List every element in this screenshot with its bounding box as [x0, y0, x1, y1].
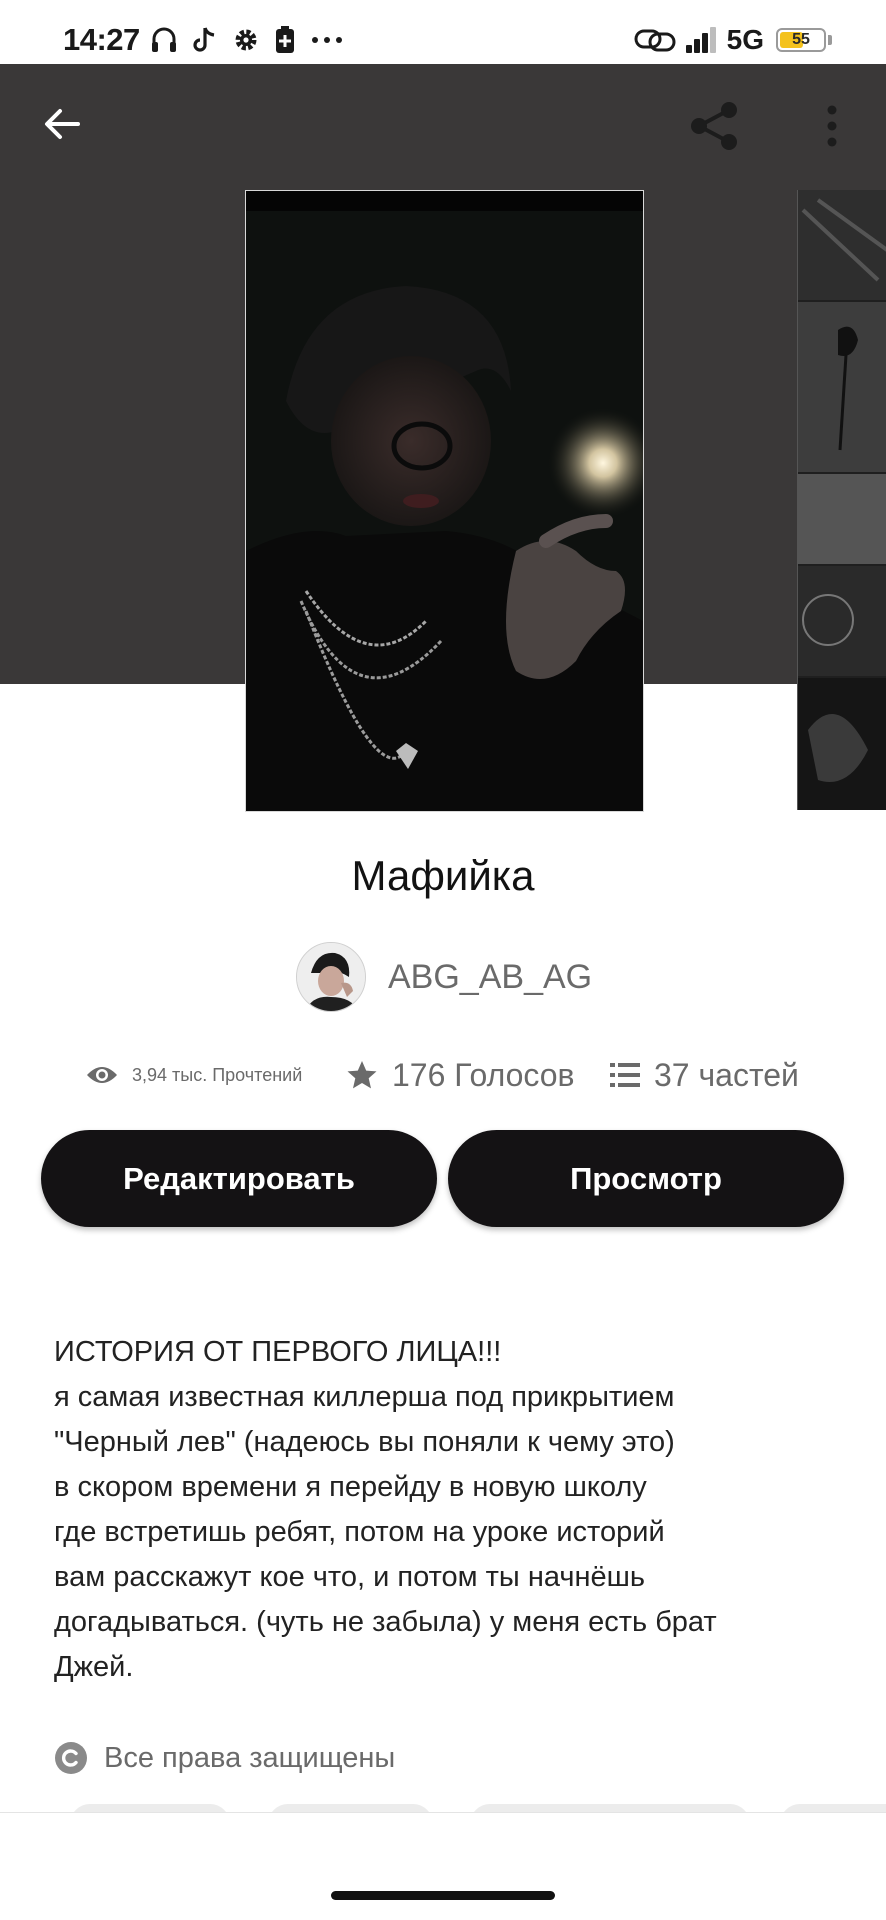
battery-level: 55 [792, 31, 810, 48]
tag-chip[interactable] [780, 1804, 886, 1812]
copyright-icon [55, 1742, 87, 1774]
copyright-text: Все права защищены [104, 1741, 396, 1774]
author-name[interactable]: ABG_AB_AG [388, 958, 592, 997]
description-line: вам расскажут кое что, и потом ты начнёш… [54, 1561, 645, 1593]
gesture-navigation-bar[interactable] [331, 1891, 555, 1900]
list-icon [610, 1063, 640, 1087]
description-line: где встретишь ребят, потом на уроке исто… [54, 1516, 665, 1548]
description-line: догадываться. (чуть не забыла) у меня ес… [54, 1606, 717, 1638]
story-description: ИСТОРИЯ ОТ ПЕРВОГО ЛИЦА!!! я самая извес… [54, 1330, 844, 1690]
story-cover[interactable] [245, 190, 644, 812]
tiktok-icon [193, 27, 215, 52]
back-button[interactable] [38, 100, 86, 148]
copyright-info[interactable]: Все права защищены [54, 1738, 395, 1778]
edit-button[interactable]: Редактировать [41, 1130, 437, 1227]
votes-count: 176 Голосов [392, 1056, 575, 1093]
status-icons-left [150, 22, 344, 58]
star-icon [347, 1061, 377, 1089]
story-stats: 3,94 тыс. Прочтений 176 Голосов 37 часте… [86, 1052, 846, 1098]
bottom-divider [0, 1812, 886, 1813]
avatar-image [297, 943, 365, 1011]
network-type: 5G [726, 24, 764, 55]
more-options-button[interactable] [812, 100, 852, 152]
cover-image [246, 191, 643, 811]
link-icon [634, 29, 676, 52]
tag-chip[interactable] [470, 1804, 750, 1812]
arrow-left-icon [45, 109, 80, 139]
eye-icon [87, 1067, 117, 1083]
status-icons-right: 5G 55 [633, 22, 832, 58]
reads-count: 3,94 тыс. Прочтений [132, 1064, 303, 1085]
description-line: "Черный лев" (надеюсь вы поняли к чему э… [54, 1426, 675, 1458]
votes-stat: 176 Голосов [346, 1052, 575, 1098]
story-title: Мафийка [351, 852, 535, 899]
status-bar: 14:27 5G 55 [0, 0, 886, 64]
author-avatar[interactable] [296, 942, 366, 1012]
next-story-cover[interactable] [797, 190, 886, 810]
battery-saver-icon [276, 26, 294, 53]
parts-stat: 37 частей [610, 1052, 799, 1098]
description-line: я самая известная киллерша под прикрытие… [54, 1381, 675, 1413]
signal-icon [685, 27, 716, 53]
parts-count: 37 частей [654, 1056, 799, 1093]
tag-chip[interactable] [70, 1804, 230, 1812]
more-vertical-icon [827, 105, 837, 147]
battery-indicator: 55 [776, 28, 826, 52]
status-time: 14:27 [63, 22, 140, 57]
description-line: в скором времени я перейду в новую школу [54, 1471, 647, 1503]
view-button[interactable]: Просмотр [448, 1130, 844, 1227]
collage-image [798, 190, 886, 810]
battery-tip [828, 35, 832, 45]
more-dots-icon [312, 37, 342, 43]
description-line: ИСТОРИЯ ОТ ПЕРВОГО ЛИЦА!!! [54, 1336, 502, 1368]
share-icon [691, 102, 737, 150]
reads-stat: 3,94 тыс. Прочтений [86, 1052, 302, 1098]
share-button[interactable] [686, 98, 742, 154]
settings-icon [235, 29, 257, 51]
author-link[interactable]: ABG_AB_AG [296, 942, 592, 1012]
tags-row [0, 1800, 886, 1812]
headphones-icon [152, 27, 176, 52]
description-line: Джей. [54, 1651, 134, 1683]
tag-chip[interactable] [268, 1804, 433, 1812]
